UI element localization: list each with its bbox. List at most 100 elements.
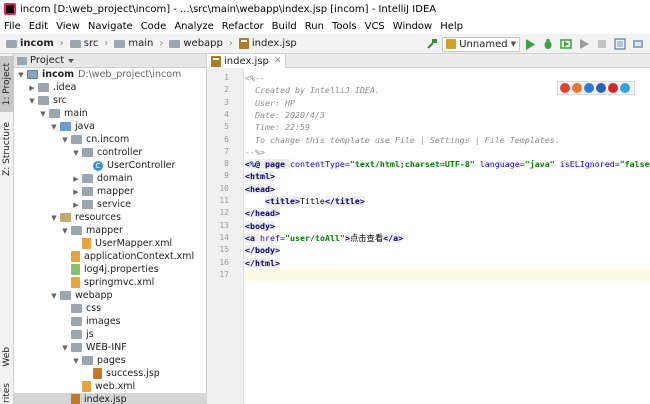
tree-item[interactable]: web.xml: [14, 380, 207, 393]
chevron-down-icon[interactable]: ▼: [50, 123, 58, 131]
menu-refactor[interactable]: Refactor: [222, 21, 264, 32]
chevron-down-icon[interactable]: ▼: [72, 149, 80, 157]
close-icon[interactable]: ✕: [274, 56, 282, 66]
tree-item[interactable]: ▶ service: [14, 198, 207, 211]
webapp-icon: [60, 291, 71, 300]
chevron-down-icon[interactable]: ▼: [50, 292, 58, 300]
tree-item[interactable]: css: [14, 302, 207, 315]
line-number: 15: [219, 245, 229, 255]
profile-icon[interactable]: [576, 36, 592, 52]
tree-item[interactable]: ▼ incom D:\web_project\incom: [14, 68, 207, 81]
editor-tab-bar: index.jsp ✕: [207, 54, 650, 68]
menu-run[interactable]: Run: [305, 21, 324, 32]
html-tag: </title>: [324, 196, 365, 206]
internet-explorer-icon[interactable]: [596, 83, 606, 93]
tree-item[interactable]: log4j.properties: [14, 263, 207, 276]
chrome-icon[interactable]: [560, 83, 570, 93]
tree-item[interactable]: ▼ WEB-INF: [14, 341, 207, 354]
tree-item[interactable]: ▼ mapper: [14, 224, 207, 237]
chevron-down-icon[interactable]: ▼: [17, 71, 25, 79]
safari-icon[interactable]: [584, 83, 594, 93]
tree-item[interactable]: ▼ pages: [14, 354, 207, 367]
chevron-right-icon[interactable]: ▶: [28, 84, 36, 92]
breadcrumb-item-src[interactable]: src ›: [69, 38, 109, 49]
coverage-icon[interactable]: [558, 36, 574, 52]
run-configuration-select[interactable]: Unnamed ▼: [442, 36, 520, 52]
tree-item[interactable]: images: [14, 315, 207, 328]
tree-item[interactable]: ▶ .idea: [14, 81, 207, 94]
tree-item[interactable]: ▼ java: [14, 120, 207, 133]
tree-item[interactable]: success.jsp: [14, 367, 207, 380]
breadcrumb-item-incom[interactable]: incom ›: [6, 38, 64, 49]
menu-edit[interactable]: Edit: [29, 21, 48, 32]
chevron-down-icon[interactable]: ▼: [61, 136, 69, 144]
tab-favorites-tool-window[interactable]: rites: [0, 382, 14, 404]
tab-index-jsp[interactable]: index.jsp ✕: [207, 54, 287, 68]
menu-vcs[interactable]: VCS: [365, 21, 385, 32]
menu-view[interactable]: View: [56, 21, 80, 32]
breadcrumb-item-index-jsp[interactable]: index.jsp: [238, 38, 297, 49]
chevron-down-icon: [68, 58, 75, 63]
tree-item[interactable]: ▼ controller: [14, 146, 207, 159]
chevron-down-icon[interactable]: ▼: [39, 110, 47, 118]
breadcrumb-item-main[interactable]: main ›: [114, 38, 163, 49]
firefox-icon[interactable]: [572, 83, 582, 93]
menu-window[interactable]: Window: [393, 21, 432, 32]
chevron-right-icon[interactable]: ▶: [72, 188, 80, 196]
project-panel-header[interactable]: Project: [14, 54, 206, 68]
tree-item[interactable]: UserMapper.xml: [14, 237, 207, 250]
build-hammer-icon[interactable]: [424, 36, 440, 52]
project-structure-icon[interactable]: [612, 36, 628, 52]
menu-help[interactable]: Help: [440, 21, 463, 32]
menu-build[interactable]: Build: [272, 21, 297, 32]
tab-structure-tool-window[interactable]: Z: Structure: [0, 118, 14, 180]
menu-code[interactable]: Code: [141, 21, 167, 32]
menu-file[interactable]: File: [4, 21, 21, 32]
folder-icon: [38, 83, 49, 92]
tree-item[interactable]: ▼ webapp: [14, 289, 207, 302]
tree-item[interactable]: ▼ main: [14, 107, 207, 120]
chevron-right-icon[interactable]: ▶: [72, 175, 80, 183]
tab-web-tool-window[interactable]: Web: [0, 344, 14, 370]
tree-item[interactable]: C UserController: [14, 159, 207, 172]
opera-icon[interactable]: [608, 83, 618, 93]
line-number: 2: [224, 85, 229, 95]
chevron-right-icon[interactable]: ▶: [72, 201, 80, 209]
tree-item-label: java: [75, 121, 95, 132]
tag-text: Title: [299, 196, 325, 206]
comment-text: Created by IntelliJ IDEA.: [245, 85, 380, 96]
tree-item[interactable]: ▼ src: [14, 94, 207, 107]
line-number: 1: [224, 73, 229, 82]
tree-item[interactable]: ▶ domain: [14, 172, 207, 185]
xml-icon: [71, 251, 80, 262]
debug-icon[interactable]: [540, 36, 556, 52]
chevron-down-icon[interactable]: ▼: [61, 227, 69, 235]
tab-web-label: Web: [2, 347, 12, 367]
folder-icon: [38, 96, 49, 105]
chevron-down-icon: ▼: [510, 40, 516, 48]
menu-analyze[interactable]: Analyze: [174, 21, 213, 32]
breadcrumb-label: main: [128, 38, 154, 49]
menu-tools[interactable]: Tools: [332, 21, 357, 32]
chevron-down-icon[interactable]: ▼: [61, 344, 69, 352]
tree-item[interactable]: springmvc.xml: [14, 276, 207, 289]
menu-navigate[interactable]: Navigate: [88, 21, 133, 32]
tab-project-tool-window[interactable]: 1: Project: [0, 56, 14, 112]
sdk-icon[interactable]: [630, 36, 646, 52]
tree-item[interactable]: index.jsp: [14, 393, 207, 404]
tree-item[interactable]: ▼ resources: [14, 211, 207, 224]
stop-icon[interactable]: [594, 36, 610, 52]
tree-item[interactable]: applicationContext.xml: [14, 250, 207, 263]
tree-item[interactable]: ▼ cn.incom: [14, 133, 207, 146]
breadcrumb-item-webapp[interactable]: webapp ›: [169, 38, 233, 49]
code-editor[interactable]: <%-- Created by IntelliJ IDEA. User: HP …: [245, 68, 650, 404]
chevron-down-icon[interactable]: ▼: [50, 214, 58, 222]
edge-icon[interactable]: [620, 83, 630, 93]
chevron-down-icon[interactable]: ▼: [28, 97, 36, 105]
tree-item[interactable]: ▶ mapper: [14, 185, 207, 198]
chevron-right-icon: ›: [59, 38, 64, 49]
chevron-down-icon[interactable]: ▼: [72, 357, 80, 365]
chevron-right-icon: ›: [104, 38, 109, 49]
tree-item[interactable]: js: [14, 328, 207, 341]
run-icon[interactable]: [522, 36, 538, 52]
